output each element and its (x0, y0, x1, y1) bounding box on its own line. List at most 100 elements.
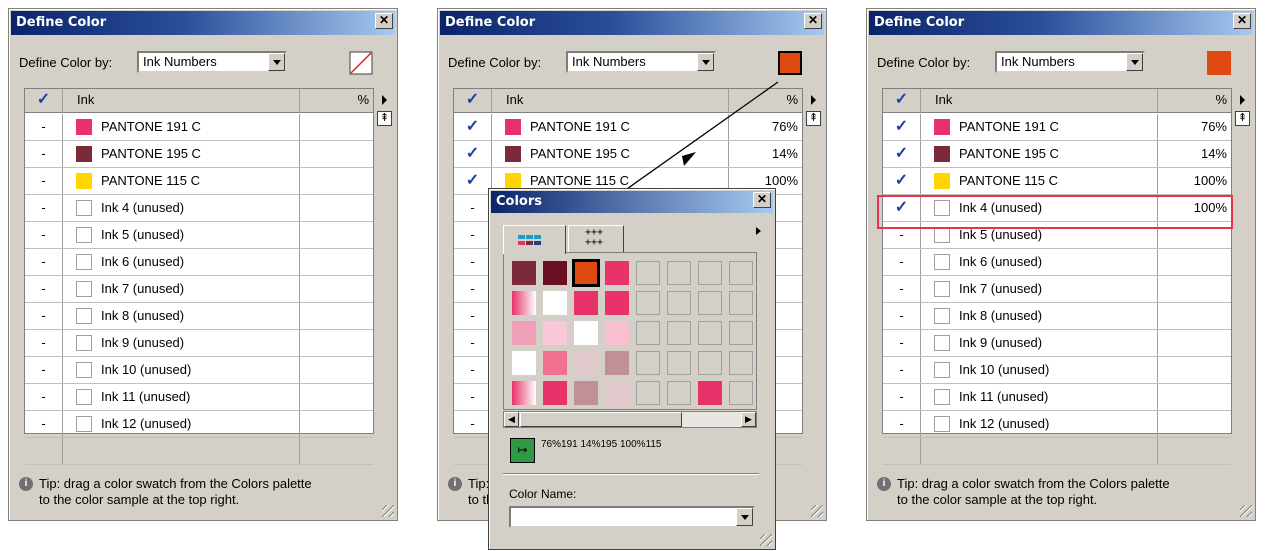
color-swatch[interactable] (667, 261, 691, 285)
color-swatch[interactable] (605, 321, 629, 345)
ink-check[interactable]: ✓ (454, 168, 492, 194)
color-swatch[interactable] (574, 351, 598, 375)
ink-percent[interactable] (300, 276, 375, 302)
color-swatch[interactable] (729, 261, 753, 285)
close-button[interactable]: ✕ (1233, 13, 1251, 29)
ink-check[interactable]: - (883, 276, 921, 302)
ink-percent[interactable]: 76% (1158, 114, 1233, 140)
ink-row[interactable]: - Ink 4 (unused) (25, 195, 373, 222)
ink-row[interactable]: ✓ PANTONE 195 C 14% (883, 141, 1231, 168)
color-sample[interactable] (1207, 51, 1231, 75)
ink-check[interactable]: - (25, 330, 63, 356)
ink-percent[interactable] (1158, 276, 1233, 302)
menu-arrow-icon[interactable] (811, 95, 821, 105)
menu-arrow-icon[interactable] (382, 95, 392, 105)
percent-column-header[interactable]: % (300, 89, 375, 112)
ink-row[interactable]: - PANTONE 191 C (25, 114, 373, 141)
color-swatch[interactable] (512, 351, 536, 375)
check-all-icon[interactable]: ✓ (883, 89, 921, 112)
tab-swatches[interactable] (503, 225, 566, 254)
color-swatch[interactable] (605, 351, 629, 375)
color-swatch[interactable] (605, 261, 629, 285)
color-swatch[interactable] (543, 261, 567, 285)
ink-percent[interactable]: 14% (1158, 141, 1233, 167)
ink-check[interactable]: - (454, 411, 492, 437)
check-all-icon[interactable]: ✓ (25, 89, 63, 112)
ink-check[interactable]: - (454, 222, 492, 248)
color-swatch[interactable] (667, 381, 691, 405)
ink-check[interactable]: - (454, 276, 492, 302)
ink-percent[interactable] (300, 411, 375, 437)
ink-check[interactable]: - (25, 384, 63, 410)
ink-check[interactable]: - (25, 114, 63, 140)
color-swatch[interactable] (667, 351, 691, 375)
color-name-select[interactable] (509, 506, 755, 528)
color-swatch[interactable] (698, 381, 722, 405)
ink-percent[interactable] (1158, 249, 1233, 275)
ink-row[interactable]: - Ink 12 (unused) (25, 411, 373, 438)
color-swatch[interactable] (543, 351, 567, 375)
ink-row[interactable]: - Ink 11 (unused) (883, 384, 1231, 411)
ink-check[interactable]: - (883, 357, 921, 383)
ink-row[interactable]: - PANTONE 195 C (25, 141, 373, 168)
scroll-left-icon[interactable]: ◀ (504, 412, 519, 427)
color-swatch[interactable] (729, 291, 753, 315)
ink-row[interactable]: - Ink 9 (unused) (883, 330, 1231, 357)
color-swatch[interactable] (574, 381, 598, 405)
pin-icon[interactable]: ⇞ (1235, 111, 1250, 126)
color-sample-empty[interactable] (349, 51, 373, 75)
resize-grip[interactable] (382, 505, 394, 517)
ink-check[interactable]: - (454, 357, 492, 383)
ink-check[interactable]: - (883, 249, 921, 275)
ink-check[interactable]: - (25, 222, 63, 248)
ink-percent[interactable] (300, 114, 375, 140)
color-swatch[interactable] (572, 259, 600, 287)
ink-percent[interactable] (300, 357, 375, 383)
resize-grip[interactable] (811, 505, 823, 517)
color-swatch[interactable] (729, 321, 753, 345)
ink-check[interactable]: ✓ (454, 141, 492, 167)
ink-row[interactable]: - Ink 9 (unused) (25, 330, 373, 357)
ink-percent[interactable] (300, 168, 375, 194)
color-swatch[interactable] (636, 381, 660, 405)
ink-column-header[interactable]: Ink (63, 89, 300, 112)
resize-grip[interactable] (760, 534, 772, 546)
color-swatch[interactable] (512, 261, 536, 285)
color-swatch[interactable] (636, 351, 660, 375)
chevron-down-icon[interactable] (697, 53, 714, 71)
ink-row[interactable]: - Ink 5 (unused) (25, 222, 373, 249)
ink-row[interactable]: - Ink 7 (unused) (883, 276, 1231, 303)
color-swatch[interactable] (729, 351, 753, 375)
ink-check[interactable]: ✓ (883, 141, 921, 167)
ink-percent[interactable]: 100% (1158, 168, 1233, 194)
ink-row[interactable]: - Ink 11 (unused) (25, 384, 373, 411)
ink-check[interactable]: - (454, 330, 492, 356)
ink-check[interactable]: - (25, 141, 63, 167)
color-swatch[interactable] (543, 381, 567, 405)
pin-icon[interactable]: ⇞ (806, 111, 821, 126)
ink-check[interactable]: - (25, 168, 63, 194)
palette-menu-arrow-icon[interactable] (756, 227, 765, 235)
scroll-thumb[interactable] (520, 412, 682, 427)
color-swatch[interactable] (605, 291, 629, 315)
color-swatch[interactable] (605, 381, 629, 405)
ink-percent[interactable] (300, 249, 375, 275)
ink-row[interactable]: - Ink 8 (unused) (883, 303, 1231, 330)
ink-row[interactable]: - Ink 10 (unused) (883, 357, 1231, 384)
color-swatch[interactable] (512, 381, 536, 405)
color-swatch[interactable] (543, 321, 567, 345)
ink-row[interactable]: - Ink 6 (unused) (883, 249, 1231, 276)
color-swatch[interactable] (636, 321, 660, 345)
check-all-icon[interactable]: ✓ (454, 89, 492, 112)
ink-check[interactable]: - (25, 249, 63, 275)
ink-percent[interactable] (300, 141, 375, 167)
ink-percent[interactable] (300, 222, 375, 248)
ink-row[interactable]: ✓ PANTONE 191 C 76% (883, 114, 1231, 141)
color-swatch[interactable] (543, 291, 567, 315)
chevron-down-icon[interactable] (268, 53, 285, 71)
color-swatch[interactable] (698, 261, 722, 285)
ink-check[interactable]: - (454, 303, 492, 329)
ink-check[interactable]: ✓ (454, 114, 492, 140)
ink-row[interactable]: - Ink 12 (unused) (883, 411, 1231, 438)
color-swatch[interactable] (729, 381, 753, 405)
